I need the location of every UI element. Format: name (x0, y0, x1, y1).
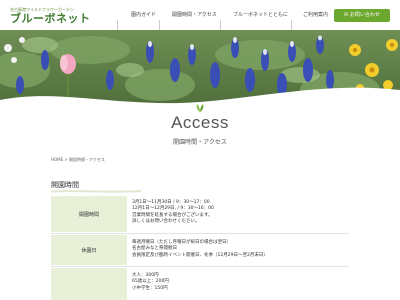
table-row-closed-days: 休園日 毎週月曜日（ただし月曜日が祝日の場合は翌日） 名古屋みなと祭開催日 会員… (51, 235, 349, 265)
row-divider (51, 266, 349, 267)
leaf-ornament-icon (196, 104, 204, 112)
nav-item-guide[interactable]: 園内ガイド (131, 11, 156, 19)
site-header: 名古屋港ワイルドフラワーガーデン ブルーボネット 園内ガイド 開園時間・アクセス… (0, 0, 400, 31)
logo-title: ブルーボネット (10, 12, 91, 25)
nav-item-access[interactable]: 開園時間・アクセス (172, 11, 217, 19)
table-row-hours: 開園時間 3月1日～11月30日 / 9：30～17：00 12月1日～12月2… (51, 196, 349, 232)
table-line: 小中学生：150円 (132, 285, 168, 291)
hero-image (0, 30, 400, 108)
table-data-cell: 大人：300円 65歳以上：200円 小中学生：150円 (129, 268, 349, 300)
table-data-cell: 3月1日～11月30日 / 9：30～17：00 12月1日～12月29日, /… (129, 196, 349, 232)
page-subtitle: 開園時間・アクセス (173, 139, 227, 146)
contact-button[interactable]: ✉ お問い合わせ (334, 9, 390, 22)
page-title: Access (171, 113, 229, 132)
section-heading: 開園時間 (51, 181, 79, 189)
table-header-cell: 開園時間 (51, 196, 127, 232)
nav-item-info[interactable]: ご利用案内 (303, 11, 328, 19)
contact-button-label: お問い合わせ (349, 12, 380, 18)
site-logo[interactable]: 名古屋港ワイルドフラワーガーデン ブルーボネット (10, 7, 91, 25)
table-line: 会員限定及び臨時イベント開催日、冬季（12月29日～翌2月末日） (132, 252, 268, 258)
breadcrumb[interactable]: HOME > 開園時間・アクセス (51, 157, 105, 163)
table-data-cell: 毎週月曜日（ただし月曜日が祝日の場合は翌日） 名古屋みなと祭開催日 会員限定及び… (129, 235, 349, 265)
heading-underline (51, 190, 141, 193)
table-row-fees: 大人：300円 65歳以上：200円 小中学生：150円 (51, 268, 349, 300)
table-line: 詳しくはお問い合わせください。 (132, 219, 200, 225)
table-header-cell: 休園日 (51, 235, 127, 265)
nav-item-together[interactable]: ブルーボネットとともに (233, 11, 288, 19)
table-header-cell (51, 268, 127, 300)
row-divider (51, 233, 349, 234)
bluebonnet-flowers-image (0, 30, 400, 108)
